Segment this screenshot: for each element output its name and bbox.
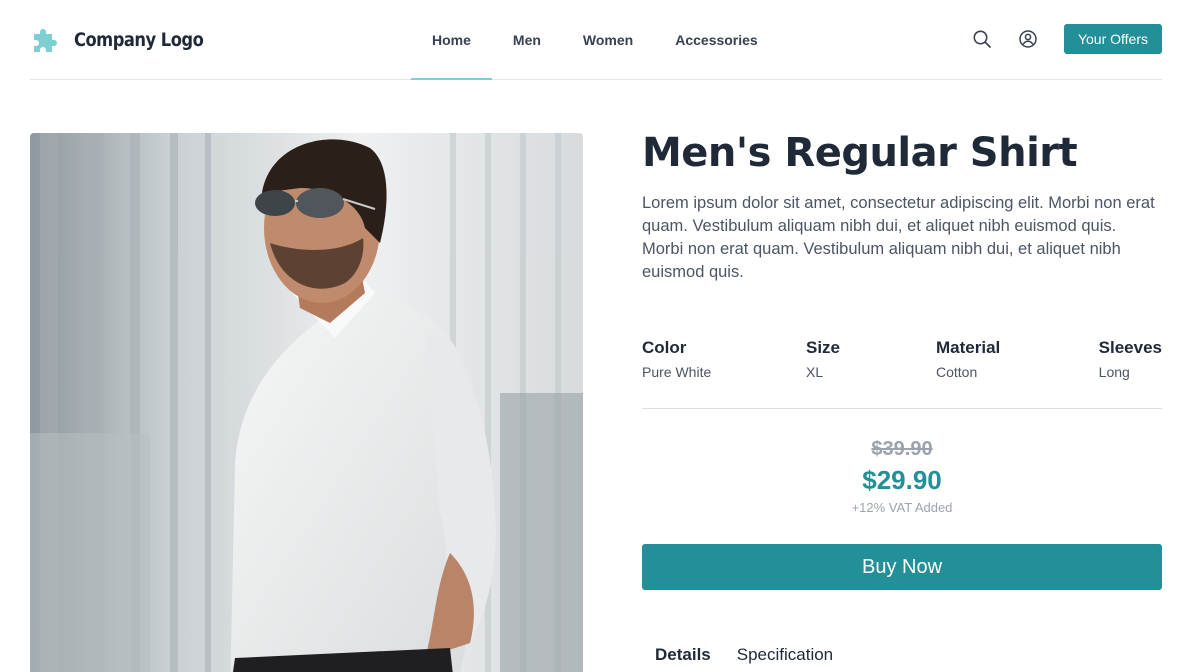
brand-name: Company Logo: [74, 29, 204, 51]
buy-now-button[interactable]: Buy Now: [642, 544, 1162, 590]
user-circle-icon: [1019, 30, 1037, 48]
vat-note: +12% VAT Added: [851, 500, 953, 515]
search-icon: [973, 30, 991, 48]
sale-price: $29.90: [862, 465, 942, 495]
nav-item-home[interactable]: Home: [411, 0, 492, 80]
divider: [642, 408, 1162, 409]
attribute-sleeves: Sleeves Long: [1099, 338, 1162, 381]
brand-link[interactable]: Company Logo: [30, 23, 224, 57]
puzzle-piece-icon: [34, 29, 57, 52]
tab-specification[interactable]: Specification: [724, 641, 846, 672]
nav-item-men[interactable]: Men: [492, 0, 562, 79]
product-description: Lorem ipsum dolor sit amet, consectetur …: [642, 194, 1155, 281]
site-header: Company Logo Home Men Women Accessories …: [30, 0, 1162, 80]
attribute-value: Pure White: [642, 364, 712, 380]
main-nav: Home Men Women Accessories: [411, 0, 779, 80]
attribute-label: Size: [806, 338, 841, 357]
attribute-label: Material: [936, 338, 1001, 357]
product-photo: [30, 133, 583, 672]
product-image: [30, 133, 583, 672]
product-title: Men's Regular Shirt: [642, 130, 1078, 176]
product-attributes: Color Pure White Size XL Material Cotton…: [642, 338, 1162, 388]
attribute-size: Size XL: [806, 338, 840, 381]
search-button[interactable]: [971, 28, 993, 50]
your-offers-button[interactable]: Your Offers: [1064, 24, 1162, 54]
attribute-label: Color: [642, 338, 687, 357]
attribute-value: Long: [1098, 364, 1130, 380]
price-block: $39.90 $29.90 +12% VAT Added: [642, 436, 1162, 517]
attribute-material: Material Cotton: [936, 338, 1000, 381]
nav-item-accessories[interactable]: Accessories: [654, 0, 779, 79]
attribute-color: Color Pure White: [642, 338, 711, 381]
attribute-value: Cotton: [936, 364, 978, 380]
attribute-label: Sleeves: [1098, 338, 1162, 357]
attribute-value: XL: [806, 364, 824, 380]
original-price: $39.90: [871, 438, 933, 460]
nav-item-women[interactable]: Women: [562, 0, 654, 79]
account-button[interactable]: [1017, 28, 1039, 50]
tab-details[interactable]: Details: [642, 641, 724, 672]
product-tabs: Details Specification: [642, 641, 1162, 672]
